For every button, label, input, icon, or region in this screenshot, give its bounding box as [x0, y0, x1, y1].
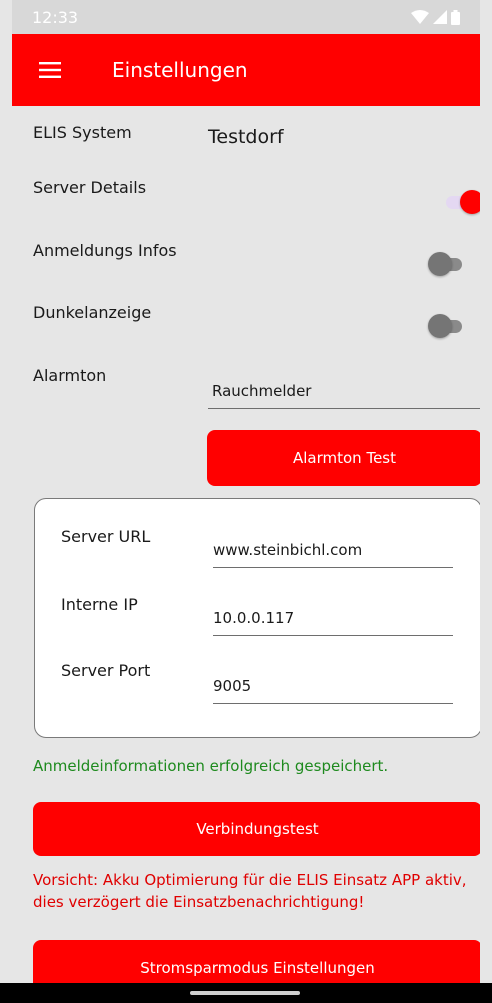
- elis-system-value: Testdorf: [208, 126, 284, 148]
- switch-thumb: [460, 190, 480, 214]
- dunkelanzeige-label: Dunkelanzeige: [33, 303, 152, 322]
- status-icons: [411, 9, 460, 25]
- server-url-label: Server URL: [61, 527, 151, 546]
- alarmton-label: Alarmton: [33, 366, 107, 385]
- status-time: 12:33: [32, 7, 79, 27]
- navigation-bar: [0, 983, 492, 1003]
- anmeldungs-infos-label: Anmeldungs Infos: [33, 241, 177, 260]
- status-bar: 12:33: [12, 0, 480, 34]
- server-details-card: Server URL www.steinbichl.com Interne IP…: [34, 498, 480, 738]
- settings-content[interactable]: ELIS System Testdorf Server Details Anme…: [12, 106, 480, 983]
- server-url-input[interactable]: www.steinbichl.com: [213, 541, 453, 568]
- wifi-icon: [411, 10, 429, 24]
- alarmton-test-button[interactable]: Alarmton Test: [207, 430, 480, 486]
- verbindungstest-button[interactable]: Verbindungstest: [33, 802, 480, 856]
- signal-icon: [433, 10, 447, 24]
- home-handle[interactable]: [190, 991, 300, 995]
- elis-system-label: ELIS System: [33, 123, 132, 142]
- page-title: Einstellungen: [112, 58, 248, 82]
- anmeldungs-infos-switch[interactable]: [428, 252, 466, 276]
- server-details-switch[interactable]: [444, 190, 480, 214]
- battery-icon: [451, 9, 460, 25]
- stromsparmodus-button[interactable]: Stromsparmodus Einstellungen: [33, 940, 480, 983]
- hamburger-menu-icon[interactable]: [20, 34, 80, 106]
- app-bar: Einstellungen: [12, 34, 480, 106]
- switch-thumb: [428, 252, 452, 276]
- dunkelanzeige-switch[interactable]: [428, 314, 466, 338]
- alarmton-picker[interactable]: Rauchmelder: [208, 382, 480, 409]
- server-port-input[interactable]: 9005: [213, 677, 453, 704]
- server-port-label: Server Port: [61, 661, 151, 680]
- battery-warning-message: Vorsicht: Akku Optimierung für die ELIS …: [33, 871, 467, 911]
- server-details-label: Server Details: [33, 178, 147, 197]
- interne-ip-label: Interne IP: [61, 595, 138, 614]
- success-message: Anmeldeinformationen erfolgreich gespeic…: [33, 757, 389, 775]
- interne-ip-input[interactable]: 10.0.0.117: [213, 609, 453, 636]
- switch-thumb: [428, 314, 452, 338]
